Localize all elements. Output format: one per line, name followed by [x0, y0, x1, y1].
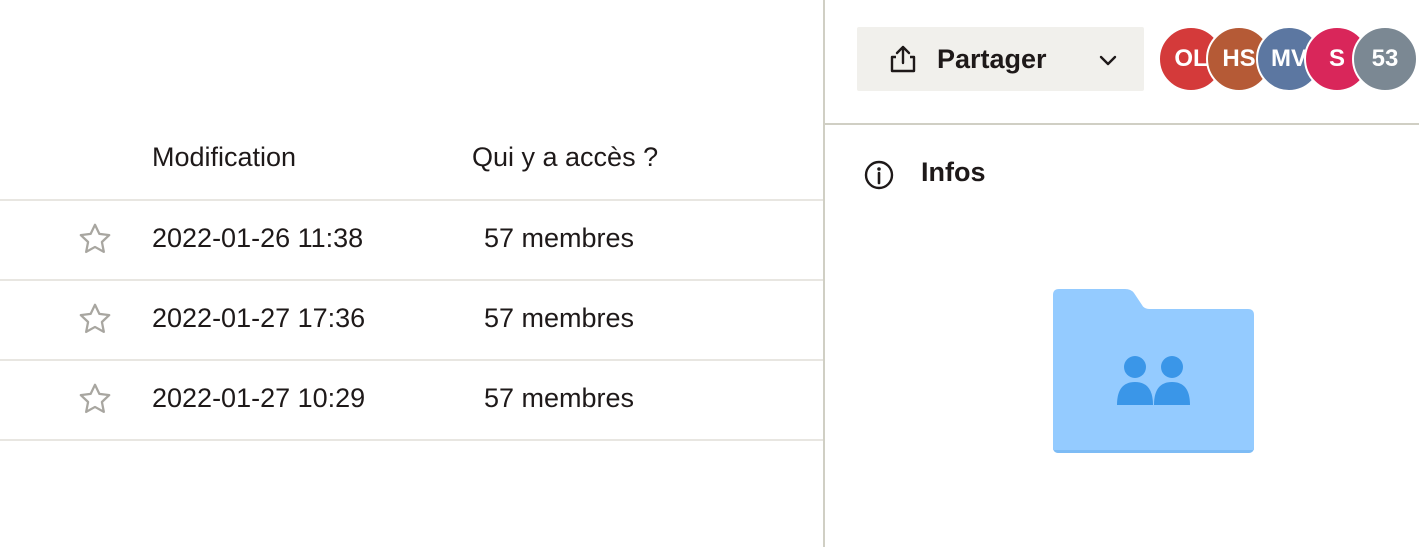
- header-divider: [825, 123, 1419, 125]
- access-count: 57 membres: [484, 383, 635, 413]
- share-button-label: Partager: [937, 44, 1047, 74]
- share-upload-icon: [890, 45, 916, 73]
- member-avatars[interactable]: OL HS MV S 53: [1158, 26, 1418, 92]
- avatar-overflow-count[interactable]: 53: [1352, 26, 1418, 92]
- table-row[interactable]: 2022-01-27 17:36 57 membres: [0, 279, 823, 359]
- info-panel-title: Infos: [921, 157, 986, 187]
- info-sidebar: Partager OL HS MV S 53 Infos: [825, 0, 1419, 547]
- table-row[interactable]: 2022-01-27 10:29 57 membres: [0, 359, 823, 439]
- row-divider: [0, 439, 823, 441]
- star-icon[interactable]: [77, 381, 113, 417]
- star-icon[interactable]: [77, 221, 113, 257]
- table-row[interactable]: 2022-01-26 11:38 57 membres: [0, 199, 823, 279]
- access-count: 57 membres: [484, 303, 635, 333]
- modified-date: 2022-01-27 10:29: [152, 383, 366, 413]
- shared-folder-icon: [1053, 289, 1254, 453]
- file-list-pane: Modification Qui y a accès ? 2022-01-26 …: [0, 0, 823, 547]
- info-icon: [864, 160, 894, 190]
- star-icon[interactable]: [77, 301, 113, 337]
- column-header-access[interactable]: Qui y a accès ?: [472, 142, 658, 173]
- access-count: 57 membres: [484, 223, 635, 253]
- share-button[interactable]: Partager: [857, 27, 1144, 91]
- column-header-modification[interactable]: Modification: [152, 142, 296, 173]
- modified-date: 2022-01-26 11:38: [152, 223, 364, 253]
- modified-date: 2022-01-27 17:36: [152, 303, 366, 333]
- chevron-down-icon[interactable]: [1097, 49, 1119, 71]
